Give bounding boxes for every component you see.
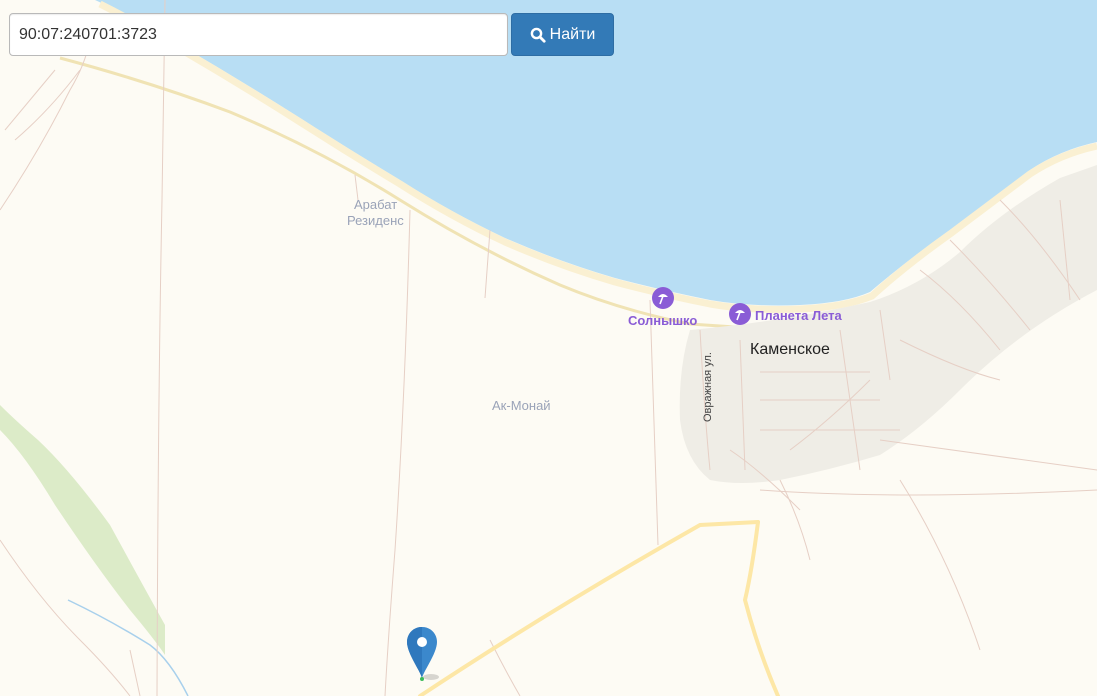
search-bar: Найти (9, 13, 614, 56)
search-button[interactable]: Найти (511, 13, 614, 56)
map-marker-icon[interactable] (407, 627, 441, 682)
beach-umbrella-icon[interactable] (652, 287, 674, 309)
place-label-rezidens: Резиденс (347, 213, 404, 228)
search-icon (530, 27, 546, 43)
street-label-ovrazhnaya: Овражная ул. (702, 352, 714, 422)
search-input[interactable] (9, 13, 508, 56)
place-label-arabat: Арабат (354, 197, 398, 212)
search-button-label: Найти (549, 25, 596, 43)
map-canvas[interactable] (0, 0, 1097, 696)
poi-label-planeta-leta[interactable]: Планета Лета (755, 308, 842, 323)
poi-label-solnyshko[interactable]: Солнышко (628, 313, 697, 328)
beach-umbrella-icon[interactable] (729, 303, 751, 325)
place-label-ak-monai: Ак-Монай (492, 398, 551, 413)
place-label-kamenskoe: Каменское (750, 341, 830, 358)
